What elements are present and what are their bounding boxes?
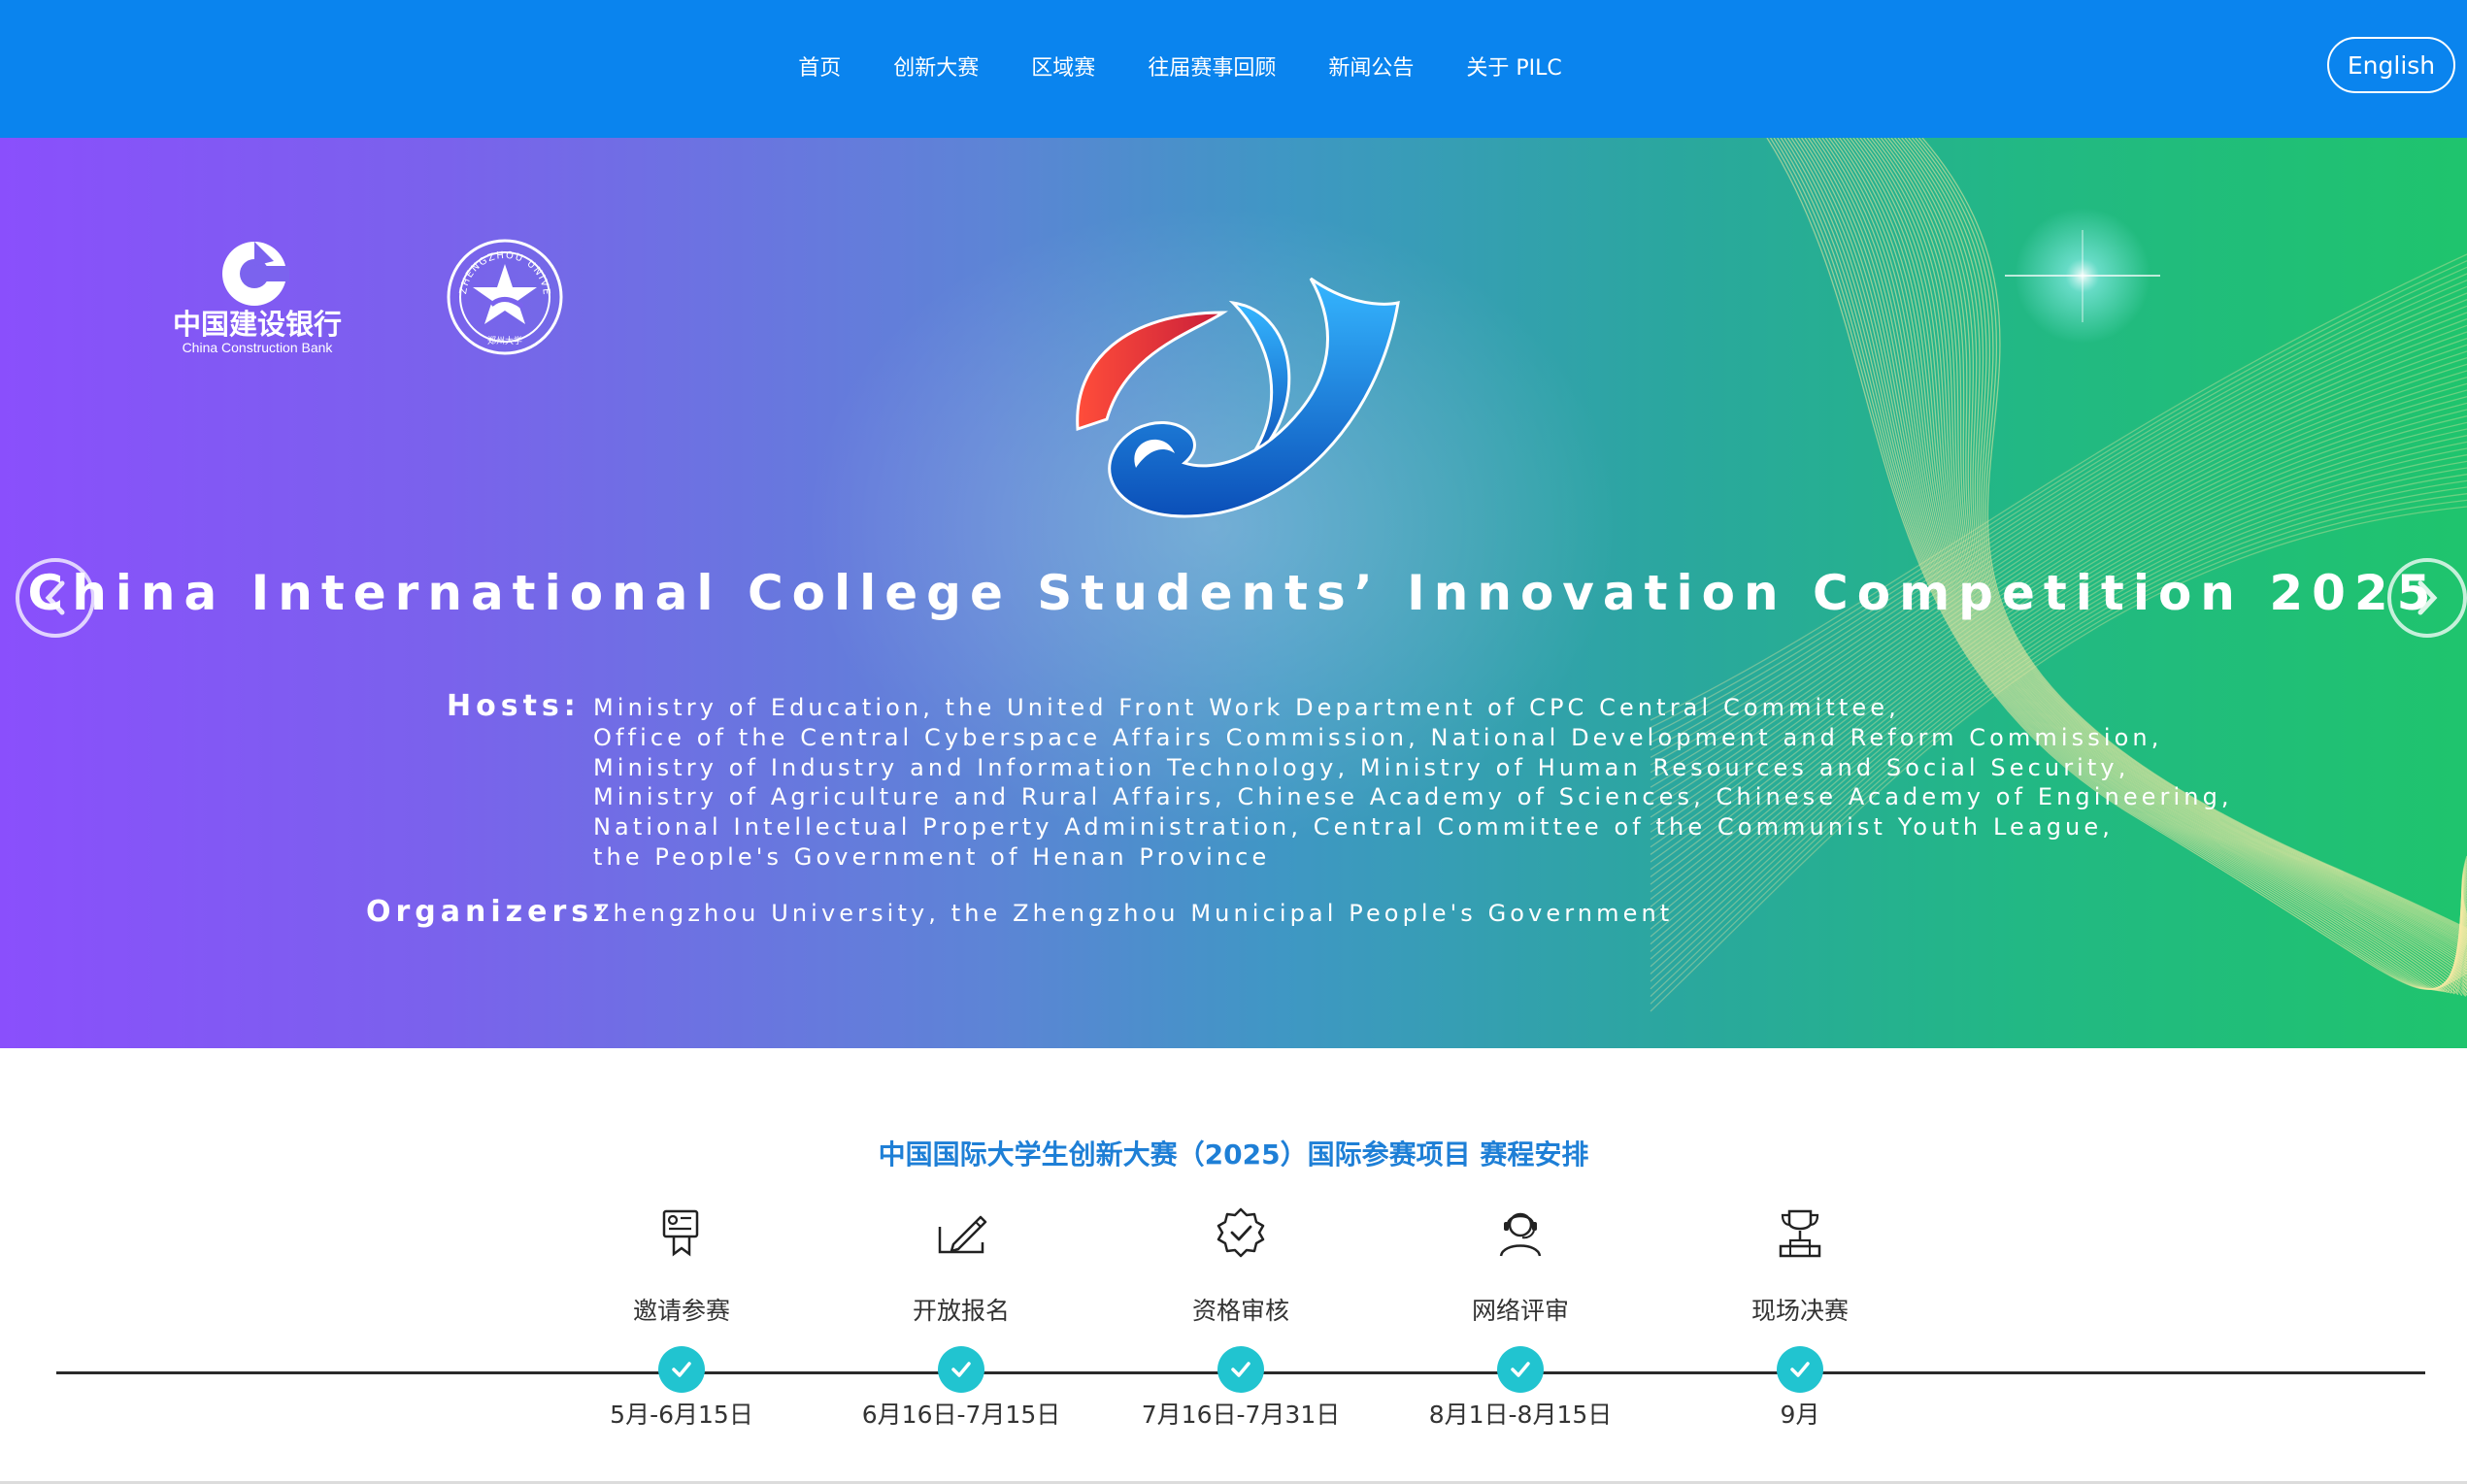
trophy-icon <box>1779 1209 1821 1258</box>
signup-pen-icon <box>938 1215 987 1254</box>
hero-banner: 中国建设银行 China Construction Bank ZHENGZHOU… <box>0 138 2467 1048</box>
nav-item-regional-competition[interactable]: 区域赛 <box>1005 0 1121 138</box>
hosts-line: Office of the Central Cyberspace Affairs… <box>593 723 2163 751</box>
schedule-stage: 开放报名 6月16日-7月15日 <box>845 1204 1078 1429</box>
stage-date: 7月16日-7月31日 <box>1141 1401 1341 1429</box>
organizers-text: Zhengzhou University, the Zhengzhou Muni… <box>593 900 1674 927</box>
nav-item-innovation-competition[interactable]: 创新大赛 <box>867 0 1005 138</box>
nav-item-about[interactable]: 关于 PILC <box>1440 0 1587 138</box>
stage-label: 现场决赛 <box>1750 1297 1849 1325</box>
zhengzhou-university-seal: ZHENGZHOU UNIVERSITY 郑州大学 <box>445 237 563 355</box>
ccb-logo-english-name: China Construction Bank <box>183 340 334 355</box>
hosts-label: Hosts: <box>447 689 581 723</box>
stage-date: 5月-6月15日 <box>610 1401 753 1429</box>
top-nav-bar: 首页 创新大赛 区域赛 往届赛事回顾 新闻公告 关于 PILC English <box>0 0 2467 138</box>
banner-title: China International College Students’ In… <box>27 565 2440 621</box>
nav-item-home[interactable]: 首页 <box>772 0 867 138</box>
stage-check-marker <box>658 1346 705 1393</box>
stage-label: 邀请参赛 <box>632 1297 730 1325</box>
competition-emblem <box>1076 277 1400 518</box>
check-icon <box>1511 1362 1530 1377</box>
verified-badge-icon <box>1217 1207 1265 1258</box>
stage-label: 资格审核 <box>1191 1297 1289 1325</box>
nav-item-past-review[interactable]: 往届赛事回顾 <box>1121 0 1302 138</box>
hosts-line: National Intellectual Property Administr… <box>593 813 2114 841</box>
stage-date: 9月 <box>1780 1401 1820 1429</box>
organizers-label: Organizers: <box>366 895 611 929</box>
stage-date: 8月1日-8月15日 <box>1428 1401 1613 1429</box>
schedule-stage: 现场决赛 9月 <box>1684 1204 1917 1429</box>
stage-check-marker <box>1497 1346 1544 1393</box>
hosts-line: Ministry of Agriculture and Rural Affair… <box>593 783 2233 811</box>
schedule-stage: 资格审核 7月16日-7月31日 <box>1124 1204 1357 1429</box>
hosts-list: Ministry of Education, the United Front … <box>593 693 2233 873</box>
stage-check-marker <box>1777 1346 1823 1393</box>
stage-label: 开放报名 <box>912 1297 1010 1325</box>
language-switch-button[interactable]: English <box>2327 37 2455 93</box>
stage-date: 6月16日-7月15日 <box>861 1401 1061 1429</box>
main-nav: 首页 创新大赛 区域赛 往届赛事回顾 新闻公告 关于 PILC <box>0 0 2467 138</box>
ccb-logo-chinese-name: 中国建设银行 <box>173 308 342 341</box>
invitation-icon <box>662 1209 699 1257</box>
stage-label: 网络评审 <box>1471 1297 1569 1325</box>
schedule-stage: 邀请参赛 5月-6月15日 <box>565 1204 798 1429</box>
check-icon <box>951 1362 971 1377</box>
stage-check-marker <box>938 1346 984 1393</box>
check-icon <box>1231 1362 1250 1377</box>
mesh-wave-line <box>1650 280 2467 751</box>
seal-chinese-name: 郑州大学 <box>487 335 522 346</box>
check-icon <box>672 1362 691 1377</box>
schedule-stage: 网络评审 8月1日-8月15日 <box>1404 1204 1637 1429</box>
hosts-line: Ministry of Industry and Information Tec… <box>593 753 2130 781</box>
hosts-line: the People's Government of Henan Provinc… <box>593 842 1271 871</box>
check-icon <box>1790 1362 1810 1377</box>
ccb-logo: 中国建设银行 China Construction Bank <box>173 242 342 355</box>
online-reviewer-icon <box>1499 1212 1542 1257</box>
schedule-title: 中国国际大学生创新大赛（2025）国际参赛项目 赛程安排 <box>878 1138 1589 1171</box>
nav-item-news[interactable]: 新闻公告 <box>1302 0 1440 138</box>
hosts-line: Ministry of Education, the United Front … <box>593 694 1900 721</box>
stage-check-marker <box>1217 1346 1264 1393</box>
